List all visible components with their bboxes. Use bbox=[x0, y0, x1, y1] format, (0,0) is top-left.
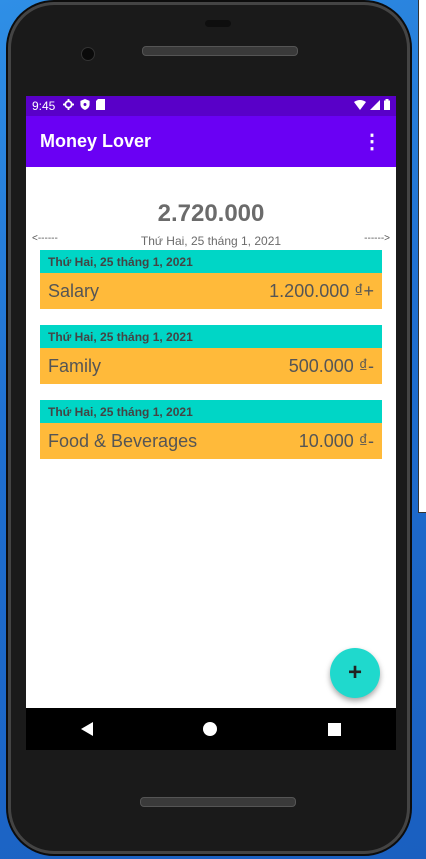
transaction-category: Family bbox=[48, 355, 101, 376]
top-speaker bbox=[142, 46, 298, 56]
system-nav-bar bbox=[26, 708, 396, 750]
balance-summary: <------ 2.720.000 Thứ Hai, 25 tháng 1, 2… bbox=[26, 167, 396, 250]
app-title: Money Lover bbox=[40, 131, 152, 151]
transaction-date-header: Thứ Hai, 25 tháng 1, 2021 bbox=[40, 325, 382, 348]
signal-icon bbox=[370, 99, 380, 113]
recent-apps-icon[interactable] bbox=[327, 722, 341, 736]
wifi-icon bbox=[354, 99, 366, 113]
current-date: Thứ Hai, 25 tháng 1, 2021 bbox=[140, 234, 282, 248]
app-bar: Money Lover ⋮ bbox=[26, 116, 396, 167]
transaction-list: Thứ Hai, 25 tháng 1, 2021 Salary 1.200.0… bbox=[26, 250, 396, 459]
transaction-amount: 1.200.000 ₫+ bbox=[269, 280, 374, 301]
sd-card-icon bbox=[96, 99, 106, 113]
transaction-item[interactable]: Thứ Hai, 25 tháng 1, 2021 Family 500.000… bbox=[40, 325, 382, 384]
transaction-amount: 500.000 ₫- bbox=[288, 355, 374, 376]
add-transaction-button[interactable]: + bbox=[330, 648, 380, 698]
transaction-body[interactable]: Family 500.000 ₫- bbox=[40, 348, 382, 384]
total-balance: 2.720.000 bbox=[157, 200, 265, 227]
transaction-body[interactable]: Food & Beverages 10.000 ₫- bbox=[40, 423, 382, 459]
back-icon[interactable] bbox=[81, 722, 94, 736]
app-screen: 9:45 Money Lover ⋮ <------ 2.720.000 Thứ… bbox=[26, 96, 396, 749]
status-time: 9:45 bbox=[32, 99, 56, 113]
transaction-category: Salary bbox=[48, 280, 100, 301]
front-camera bbox=[81, 47, 95, 61]
shield-icon bbox=[80, 99, 90, 113]
transaction-amount: 10.000 ₫- bbox=[298, 430, 374, 451]
battery-icon bbox=[384, 99, 390, 113]
transaction-body[interactable]: Salary 1.200.000 ₫+ bbox=[40, 273, 382, 309]
bottom-speaker bbox=[140, 797, 296, 807]
sensor bbox=[205, 20, 231, 27]
home-icon[interactable] bbox=[203, 722, 218, 736]
transaction-item[interactable]: Thứ Hai, 25 tháng 1, 2021 Food & Beverag… bbox=[40, 400, 382, 459]
transaction-category: Food & Beverages bbox=[48, 430, 198, 451]
transaction-date-header: Thứ Hai, 25 tháng 1, 2021 bbox=[40, 400, 382, 423]
overflow-menu-icon[interactable]: ⋮ bbox=[362, 129, 382, 154]
transaction-item[interactable]: Thứ Hai, 25 tháng 1, 2021 Salary 1.200.0… bbox=[40, 250, 382, 309]
transaction-date-header: Thứ Hai, 25 tháng 1, 2021 bbox=[40, 250, 382, 273]
background-window-edge bbox=[418, 0, 426, 513]
settings-icon bbox=[63, 99, 75, 113]
status-bar: 9:45 bbox=[26, 96, 396, 116]
next-day-arrow[interactable]: ------> bbox=[364, 233, 390, 244]
